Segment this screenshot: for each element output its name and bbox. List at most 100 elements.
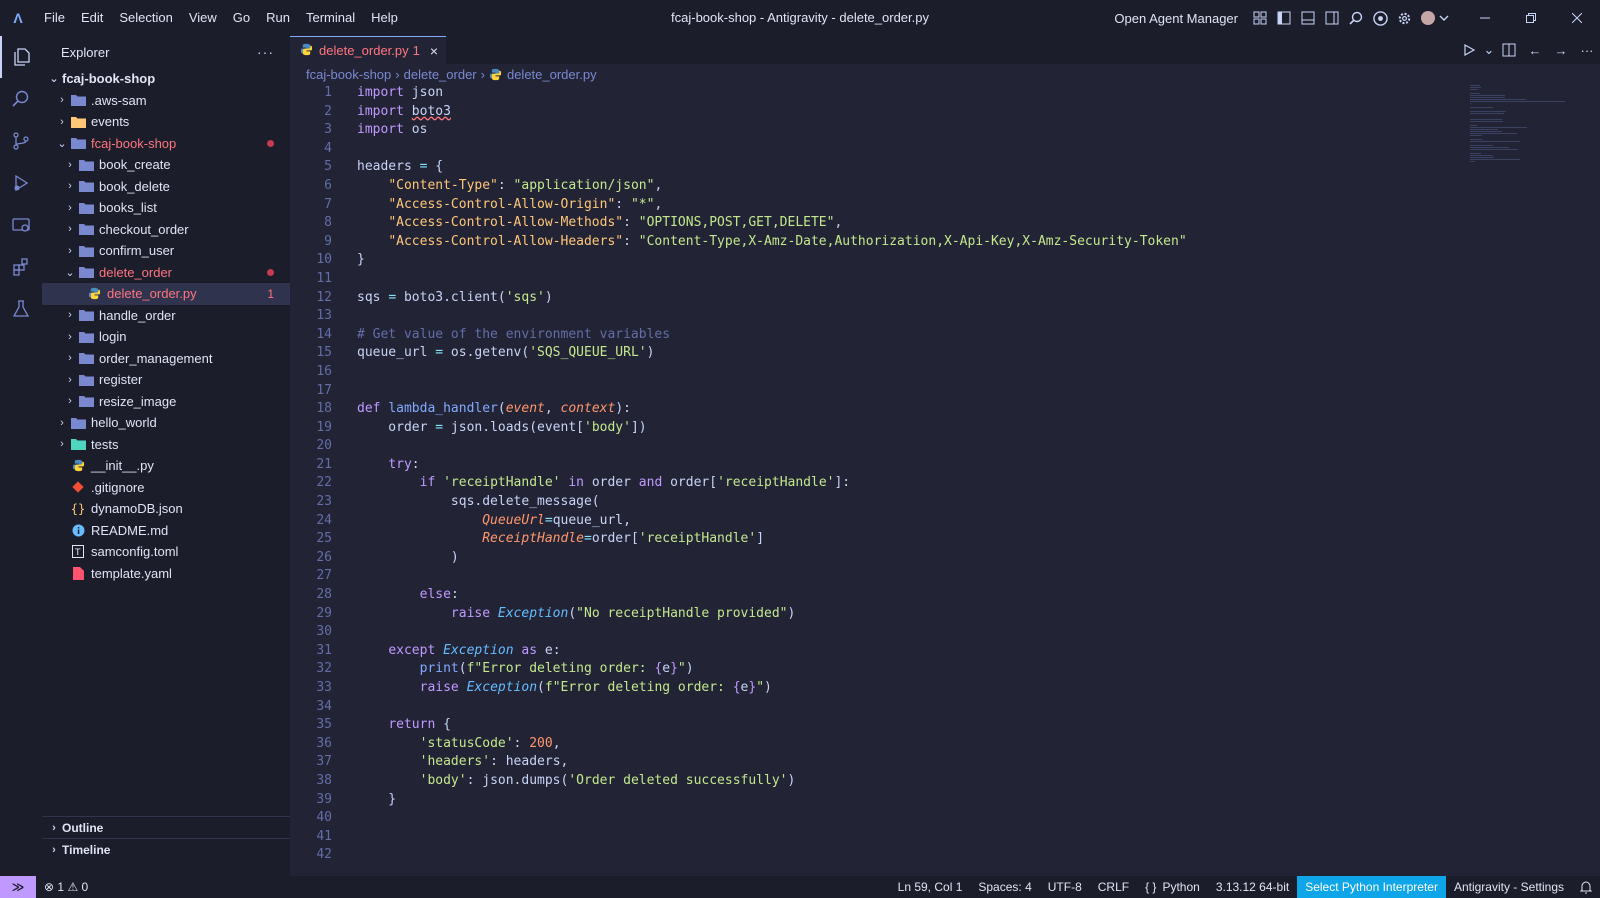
toggle-secondary-sidebar-icon[interactable] bbox=[1320, 6, 1344, 30]
outline-section[interactable]: › Outline bbox=[42, 816, 290, 838]
python-version[interactable]: 3.13.12 64-bit bbox=[1208, 876, 1297, 898]
tree-folder[interactable]: › checkout_order bbox=[42, 219, 290, 241]
line-number: 12 bbox=[316, 289, 332, 305]
menu-view[interactable]: View bbox=[181, 0, 225, 36]
folder-icon bbox=[70, 114, 86, 130]
tree-folder[interactable]: ⌄ fcaj-book-shop bbox=[42, 133, 290, 155]
search-view-icon[interactable] bbox=[0, 78, 42, 120]
search-icon[interactable] bbox=[1344, 6, 1368, 30]
git-file-icon bbox=[70, 479, 86, 495]
line-content: order = json.loads(event['body']) bbox=[357, 419, 647, 435]
menu-help[interactable]: Help bbox=[363, 0, 406, 36]
chevron-down-icon[interactable]: ⌄ bbox=[1482, 36, 1496, 64]
open-agent-manager-button[interactable]: Open Agent Manager bbox=[1114, 11, 1238, 26]
restore-button[interactable] bbox=[1508, 0, 1554, 36]
encoding[interactable]: UTF-8 bbox=[1040, 876, 1090, 898]
chevron-right-icon: › bbox=[60, 416, 64, 429]
minimize-button[interactable] bbox=[1462, 0, 1508, 36]
tab-delete-order-py[interactable]: delete_order.py 1 × bbox=[290, 36, 447, 64]
close-window-button[interactable] bbox=[1554, 0, 1600, 36]
cursor-position[interactable]: Ln 59, Col 1 bbox=[890, 876, 971, 898]
tree-folder[interactable]: › handle_order bbox=[42, 305, 290, 327]
folder-open-icon bbox=[70, 135, 86, 151]
tree-folder[interactable]: › login bbox=[42, 326, 290, 348]
breadcrumb-item[interactable]: delete_order.py bbox=[507, 67, 597, 82]
language-mode[interactable]: { } Python bbox=[1137, 876, 1208, 898]
tree-file[interactable]: Tsamconfig.toml bbox=[42, 541, 290, 563]
more-actions-icon[interactable]: ··· bbox=[1574, 36, 1600, 64]
code-line: 31 except Exception as e: bbox=[290, 642, 1440, 661]
arrow-right-icon[interactable]: → bbox=[1548, 36, 1574, 64]
menu-run[interactable]: Run bbox=[258, 0, 298, 36]
problems-indicator[interactable]: ⊗ 1 ⚠ 0 bbox=[36, 876, 96, 898]
code-line: 14 # Get value of the environment variabl… bbox=[290, 326, 1440, 345]
remote-explorer-icon[interactable] bbox=[0, 204, 42, 246]
source-control-icon[interactable] bbox=[0, 120, 42, 162]
tree-folder[interactable]: › books_list bbox=[42, 197, 290, 219]
run-file-icon[interactable] bbox=[1456, 36, 1482, 64]
menu-bar: File Edit Selection View Go Run Terminal… bbox=[36, 0, 406, 36]
tree-file[interactable]: .gitignore bbox=[42, 477, 290, 499]
folder-icon bbox=[78, 178, 94, 194]
tree-folder[interactable]: › tests bbox=[42, 434, 290, 456]
minimap[interactable] bbox=[1470, 84, 1580, 164]
testing-flask-icon[interactable] bbox=[0, 288, 42, 330]
toggle-panel-icon[interactable] bbox=[1296, 6, 1320, 30]
split-editor-icon[interactable] bbox=[1496, 36, 1522, 64]
notifications-bell-icon[interactable] bbox=[1572, 876, 1600, 898]
browser-icon[interactable] bbox=[1368, 6, 1392, 30]
account-avatar[interactable] bbox=[1416, 6, 1454, 30]
explorer-icon[interactable] bbox=[0, 36, 42, 78]
select-interpreter-button[interactable]: Select Python Interpreter bbox=[1297, 876, 1446, 898]
breadcrumb-item[interactable]: delete_order bbox=[404, 67, 477, 82]
tree-folder[interactable]: ⌄ delete_order bbox=[42, 262, 290, 284]
minimap-line bbox=[1470, 87, 1481, 88]
remote-indicator-icon[interactable]: ≫ bbox=[0, 876, 36, 898]
extensions-icon[interactable] bbox=[0, 246, 42, 288]
tree-file[interactable]: {} dynamoDB.json bbox=[42, 498, 290, 520]
breadcrumb-item[interactable]: fcaj-book-shop bbox=[306, 67, 391, 82]
end-of-line[interactable]: CRLF bbox=[1090, 876, 1137, 898]
code-editor[interactable]: 1 import json 2 import boto3 3 import os 4 5 hea… bbox=[290, 84, 1440, 874]
code-line: 37 'headers': headers, bbox=[290, 753, 1440, 772]
timeline-section[interactable]: › Timeline bbox=[42, 838, 290, 860]
code-line: 6 "Content-Type": "application/json", bbox=[290, 177, 1440, 196]
workspace-root[interactable]: ⌄ fcaj-book-shop bbox=[42, 68, 290, 90]
menu-terminal[interactable]: Terminal bbox=[298, 0, 363, 36]
code-line: 42 bbox=[290, 846, 1440, 865]
tree-folder[interactable]: › events bbox=[42, 111, 290, 133]
menu-selection[interactable]: Selection bbox=[111, 0, 180, 36]
tree-folder[interactable]: › book_delete bbox=[42, 176, 290, 198]
tree-folder[interactable]: › hello_world bbox=[42, 412, 290, 434]
tree-file[interactable]: delete_order.py 1 bbox=[42, 283, 290, 305]
tree-file[interactable]: __init__.py bbox=[42, 455, 290, 477]
indentation[interactable]: Spaces: 4 bbox=[970, 876, 1039, 898]
menu-edit[interactable]: Edit bbox=[73, 0, 111, 36]
code-line: 10} bbox=[290, 251, 1440, 270]
tree-folder[interactable]: › confirm_user bbox=[42, 240, 290, 262]
tree-folder[interactable]: › .aws-sam bbox=[42, 90, 290, 112]
line-number: 25 bbox=[316, 531, 332, 547]
arrow-left-icon[interactable]: ← bbox=[1522, 36, 1548, 64]
tree-item-label: fcaj-book-shop bbox=[91, 135, 177, 151]
tree-file[interactable]: template.yaml bbox=[42, 563, 290, 585]
line-content bbox=[332, 307, 357, 326]
menu-go[interactable]: Go bbox=[225, 0, 258, 36]
tree-item-label: __init__.py bbox=[91, 458, 154, 474]
chevron-right-icon: › bbox=[68, 180, 72, 193]
menu-file[interactable]: File bbox=[36, 0, 73, 36]
tree-folder[interactable]: › register bbox=[42, 369, 290, 391]
close-icon[interactable]: × bbox=[430, 43, 438, 59]
settings-gear-icon[interactable] bbox=[1392, 6, 1416, 30]
tree-folder[interactable]: › order_management bbox=[42, 348, 290, 370]
settings-button[interactable]: Antigravity - Settings bbox=[1446, 876, 1572, 898]
run-debug-icon[interactable] bbox=[0, 162, 42, 204]
minimap-line bbox=[1470, 159, 1521, 160]
tree-file[interactable]: README.md bbox=[42, 520, 290, 542]
tree-folder[interactable]: › resize_image bbox=[42, 391, 290, 413]
more-actions-icon[interactable]: ··· bbox=[257, 44, 274, 60]
tree-folder[interactable]: › book_create bbox=[42, 154, 290, 176]
toggle-sidebar-icon[interactable] bbox=[1272, 6, 1296, 30]
layout-grid-icon[interactable] bbox=[1248, 6, 1272, 30]
minimap-line bbox=[1470, 127, 1527, 128]
